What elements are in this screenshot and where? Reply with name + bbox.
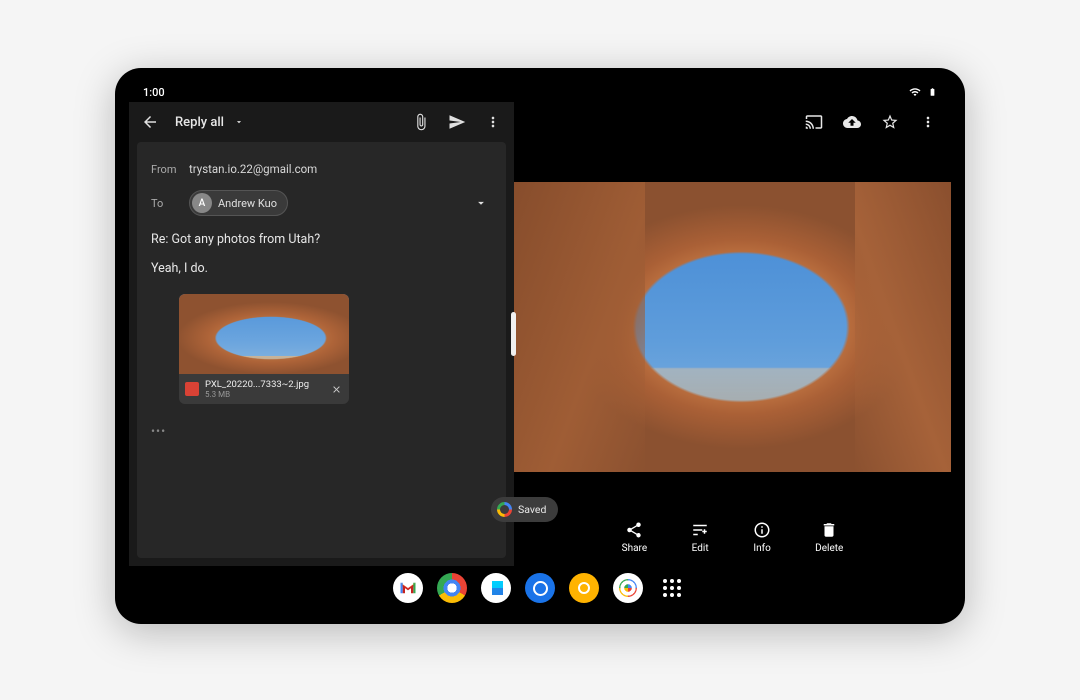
wifi-icon: [908, 86, 922, 98]
photos-action-bar: Share Edit Info Delete: [514, 512, 951, 566]
cloud-upload-icon: [843, 113, 861, 131]
compose-body[interactable]: Yeah, I do.: [151, 259, 492, 290]
photos-topbar: [514, 102, 951, 142]
taskbar-play-store[interactable]: [481, 573, 511, 603]
chevron-down-icon: [234, 117, 244, 127]
delete-button[interactable]: Delete: [815, 521, 843, 554]
send-button[interactable]: [446, 111, 468, 133]
attachment-info-strip: PXL_20220...7333~2.jpg 5.3 MB: [179, 374, 349, 404]
photos-badge-icon: [497, 502, 512, 517]
show-quoted-button[interactable]: •••: [151, 424, 492, 438]
recipient-name: Andrew Kuo: [218, 197, 277, 210]
battery-icon: [928, 85, 937, 99]
taskbar-all-apps[interactable]: [657, 573, 687, 603]
saved-toast: Saved: [491, 497, 558, 522]
share-button[interactable]: Share: [622, 521, 647, 554]
expand-recipients-button[interactable]: [470, 192, 492, 214]
photos-pane: Share Edit Info Delete: [514, 102, 951, 566]
taskbar-chrome[interactable]: [437, 573, 467, 603]
cloud-upload-button[interactable]: [841, 111, 863, 133]
send-icon: [448, 113, 466, 131]
favorite-button[interactable]: [879, 111, 901, 133]
attachment-preview: [179, 294, 349, 374]
photo-content: [514, 182, 951, 472]
taskbar-gmail[interactable]: [393, 573, 423, 603]
close-icon: [331, 384, 342, 395]
share-icon: [625, 521, 643, 539]
apps-grid-icon: [663, 579, 681, 597]
remove-attachment-button[interactable]: [329, 382, 343, 396]
more-vert-icon: [920, 114, 936, 130]
from-label: From: [151, 163, 189, 176]
reply-mode-dropdown[interactable]: Reply all: [175, 115, 244, 130]
star-outline-icon: [881, 113, 899, 131]
gmail-more-button[interactable]: [482, 111, 504, 133]
edit-sliders-icon: [691, 521, 709, 539]
attachment-size: 5.3 MB: [205, 390, 323, 399]
attach-button[interactable]: [410, 111, 432, 133]
saved-label: Saved: [518, 503, 546, 516]
taskbar: [129, 566, 951, 610]
attachment-card[interactable]: PXL_20220...7333~2.jpg 5.3 MB: [179, 294, 349, 404]
status-bar: 1:00: [129, 82, 951, 102]
status-time: 1:00: [143, 86, 165, 99]
cast-button[interactable]: [803, 111, 825, 133]
gmail-topbar: Reply all: [129, 102, 514, 142]
gmail-pane: Reply all From: [129, 102, 514, 566]
trash-icon: [820, 521, 838, 539]
split-view: Reply all From: [129, 102, 951, 566]
info-button[interactable]: Info: [753, 521, 771, 554]
photo-viewer[interactable]: [514, 142, 951, 512]
taskbar-camera[interactable]: [525, 573, 555, 603]
delete-label: Delete: [815, 543, 843, 554]
info-label: Info: [753, 543, 770, 554]
share-label: Share: [622, 543, 647, 554]
back-button[interactable]: [139, 111, 161, 133]
paperclip-icon: [412, 113, 430, 131]
chevron-down-icon: [474, 196, 488, 210]
compose-area: From trystan.io.22@gmail.com To A Andrew…: [137, 142, 506, 558]
recipient-chip[interactable]: A Andrew Kuo: [189, 190, 288, 216]
to-label: To: [151, 197, 189, 210]
photos-more-button[interactable]: [917, 111, 939, 133]
split-resize-handle[interactable]: [511, 312, 516, 356]
subject-field[interactable]: Re: Got any photos from Utah?: [151, 226, 492, 259]
tablet-frame: 1:00 Reply all: [115, 68, 965, 624]
reply-mode-label: Reply all: [175, 115, 224, 130]
image-file-icon: [185, 382, 199, 396]
cast-icon: [805, 113, 823, 131]
taskbar-files[interactable]: [569, 573, 599, 603]
from-value: trystan.io.22@gmail.com: [189, 162, 317, 176]
taskbar-photos[interactable]: [613, 573, 643, 603]
edit-button[interactable]: Edit: [691, 521, 709, 554]
tablet-screen: 1:00 Reply all: [129, 82, 951, 610]
attachment-filename: PXL_20220...7333~2.jpg: [205, 379, 323, 390]
to-row[interactable]: To A Andrew Kuo: [151, 186, 492, 226]
edit-label: Edit: [692, 543, 709, 554]
info-icon: [753, 521, 771, 539]
from-row[interactable]: From trystan.io.22@gmail.com: [151, 156, 492, 186]
recipient-avatar: A: [192, 193, 212, 213]
more-vert-icon: [485, 114, 501, 130]
